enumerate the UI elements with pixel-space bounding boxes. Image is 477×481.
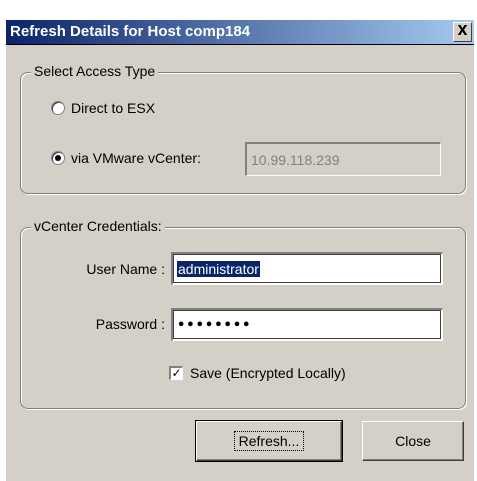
refresh-button-label: Refresh... [233,431,305,451]
credentials-group: vCenter Credentials: User Name : adminis… [20,218,466,409]
refresh-details-dialog: Refresh Details for Host comp184 X Selec… [0,0,477,481]
username-value: administrator [177,261,260,277]
credentials-legend: vCenter Credentials: [31,218,165,234]
username-input[interactable]: administrator [171,252,443,285]
save-checkbox-icon[interactable]: ✓ [169,366,183,380]
password-value: •••••••• [177,317,252,333]
access-type-legend: Select Access Type [31,63,159,79]
access-type-group: Select Access Type Direct to ESX via VMw… [20,63,466,194]
save-encrypted-option[interactable]: ✓ Save (Encrypted Locally) [169,365,346,381]
title-bar[interactable]: Refresh Details for Host comp184 X [6,20,474,45]
vcenter-radio-icon[interactable] [51,151,65,165]
dialog-client-area: Select Access Type Direct to ESX via VMw… [6,45,474,481]
window-title: Refresh Details for Host comp184 [10,23,251,40]
vcenter-label[interactable]: via VMware vCenter: [71,150,201,166]
direct-esx-radio-icon[interactable] [51,101,65,115]
vcenter-option[interactable]: via VMware vCenter: [51,150,201,166]
password-label: Password : [95,316,165,332]
password-input[interactable]: •••••••• [171,308,443,341]
close-button-label: Close [395,433,431,449]
save-encrypted-label[interactable]: Save (Encrypted Locally) [190,365,346,381]
refresh-button[interactable]: Refresh... [195,420,343,462]
direct-esx-label[interactable]: Direct to ESX [71,100,155,116]
vcenter-address-field[interactable]: 10.99.118.239 [245,142,441,176]
close-window-button[interactable]: X [453,22,472,42]
vcenter-address-value: 10.99.118.239 [251,151,340,168]
close-icon: X [457,24,468,39]
username-label: User Name : [86,261,165,277]
direct-esx-option[interactable]: Direct to ESX [51,100,155,116]
close-button[interactable]: Close [362,421,464,461]
